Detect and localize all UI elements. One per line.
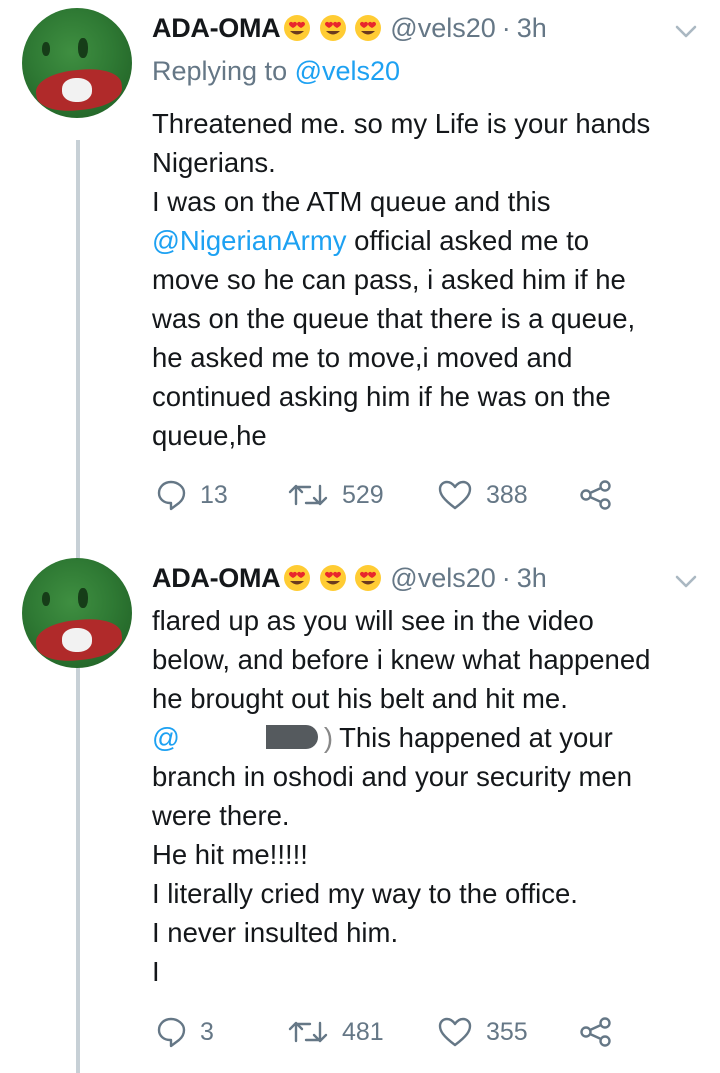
timestamp[interactable]: 3h — [517, 13, 547, 44]
tweet-text-line: below, and before i knew what happened — [152, 644, 651, 675]
tweet-text-line: He hit me!!!!! — [152, 839, 308, 870]
tweet-header: ADA-OMA @vels20 · 3h — [152, 558, 547, 598]
avatar[interactable] — [22, 558, 132, 668]
reply-button[interactable]: 3 — [156, 1014, 214, 1050]
timestamp[interactable]: 3h — [517, 563, 547, 594]
tweet-text-line: flared up as you will see in the video — [152, 605, 594, 636]
tweet-text-line: he brought out his belt and hit me. — [152, 683, 568, 714]
separator-dot: · — [501, 12, 511, 43]
chevron-down-icon[interactable] — [672, 572, 700, 592]
retweet-icon — [288, 1021, 328, 1043]
avatar[interactable] — [22, 8, 132, 118]
emoji-group — [280, 14, 382, 42]
tweet-text-line: Nigerians. — [152, 147, 276, 178]
display-name[interactable]: ADA-OMA — [152, 13, 281, 44]
tweet-text-line: I was on the ATM queue and this — [152, 186, 551, 217]
tweet-text-line: @NigerianArmy official asked me to — [152, 221, 712, 260]
tweet-actions: 13 529 388 — [156, 477, 626, 513]
heart-eyes-emoji-icon — [355, 15, 382, 41]
heart-eyes-emoji-icon — [284, 15, 311, 41]
tweet-text-line: Threatened me. so my Life is your hands — [152, 108, 651, 139]
reply-button[interactable]: 13 — [156, 477, 228, 513]
tweet-text-line: move so he can pass, i asked him if he — [152, 264, 626, 295]
tweet-text-line: were there. — [152, 800, 290, 831]
mention-link[interactable]: @ — [152, 722, 180, 753]
tweet-text-line: I never insulted him. — [152, 917, 399, 948]
tweet-text: Threatened me. so my Life is your hands … — [152, 104, 712, 455]
like-button[interactable]: 388 — [438, 477, 528, 513]
user-handle[interactable]: @vels20 — [390, 13, 495, 44]
mention-link[interactable]: @NigerianArmy — [152, 225, 347, 256]
chevron-down-icon[interactable] — [672, 22, 700, 42]
tweet-text-line: branch in oshodi and your security men — [152, 761, 632, 792]
tweet-text-fragment: ) — [323, 722, 334, 753]
separator-dot: · — [501, 562, 511, 593]
tweet-text-line: continued asking him if he was on the — [152, 381, 611, 412]
replying-prefix: Replying to — [152, 56, 295, 86]
display-name[interactable]: ADA-OMA — [152, 563, 281, 594]
heart-icon — [438, 480, 472, 510]
tweet-text-fragment: official asked me to — [346, 225, 590, 256]
heart-eyes-emoji-icon — [319, 15, 346, 41]
tweet-text-line: @) This happened at your — [152, 718, 712, 757]
like-count: 355 — [486, 1017, 528, 1046]
tweet-text-line: he asked me to move,i moved and — [152, 342, 573, 373]
tweet-text-line: was on the queue that there is a queue, — [152, 303, 636, 334]
share-button[interactable] — [580, 1014, 626, 1050]
tweet-text-line: queue,he — [152, 420, 267, 451]
retweet-count: 529 — [342, 480, 384, 509]
emoji-group — [280, 564, 382, 592]
heart-eyes-emoji-icon — [355, 565, 382, 591]
heart-eyes-emoji-icon — [319, 565, 346, 591]
retweet-button[interactable]: 529 — [288, 477, 384, 513]
tweet-text-fragment: This happened at your — [339, 722, 613, 753]
share-icon — [580, 1017, 611, 1047]
heart-eyes-emoji-icon — [284, 565, 311, 591]
reply-icon — [157, 1017, 186, 1048]
share-button[interactable] — [580, 477, 626, 513]
reply-count: 3 — [200, 1017, 214, 1046]
tweet-actions: 3 481 355 — [156, 1014, 626, 1050]
tweet-text-line: I — [152, 956, 160, 987]
retweet-icon — [288, 484, 328, 506]
replying-to: Replying to @vels20 — [152, 56, 400, 87]
tweet-header: ADA-OMA @vels20 · 3h — [152, 8, 547, 48]
retweet-button[interactable]: 481 — [288, 1014, 384, 1050]
user-handle[interactable]: @vels20 — [390, 563, 495, 594]
reply-count: 13 — [200, 480, 228, 509]
like-count: 388 — [486, 480, 528, 509]
tweet-text: flared up as you will see in the video b… — [152, 601, 712, 991]
like-button[interactable]: 355 — [438, 1014, 528, 1050]
reply-icon — [157, 480, 186, 511]
retweet-count: 481 — [342, 1017, 384, 1046]
heart-icon — [438, 1017, 472, 1047]
tweet-text-line: I literally cried my way to the office. — [152, 878, 578, 909]
replying-to-link[interactable]: @vels20 — [295, 56, 400, 86]
share-icon — [580, 480, 611, 510]
redacted-mention — [265, 725, 318, 749]
